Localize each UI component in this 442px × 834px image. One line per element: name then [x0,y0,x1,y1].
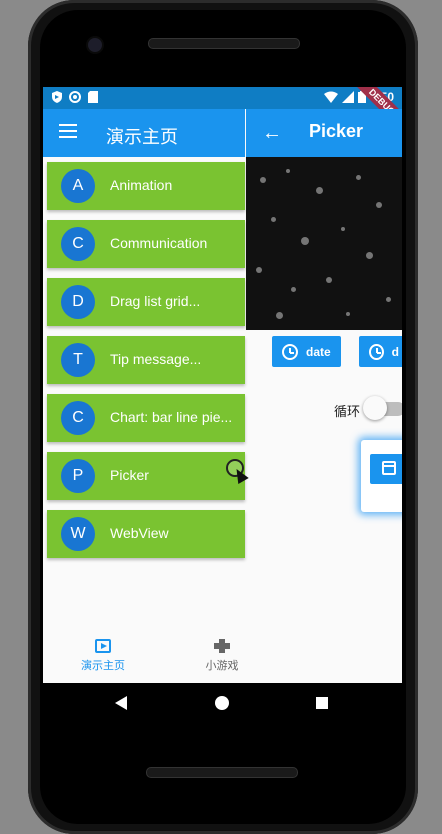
loop-switch-thumb[interactable] [363,396,387,420]
tab-home-label: 演示主页 [81,659,125,672]
calendar-card [361,440,402,512]
date-picker-button[interactable]: date [272,336,341,367]
shield-icon [52,91,62,103]
date-button-label: date [306,344,331,359]
tab-games-label: 小游戏 [205,659,239,672]
system-navigation-bar [43,683,402,725]
back-arrow-icon[interactable]: ← [262,123,282,143]
list-item-tip-message[interactable]: T Tip message... [47,336,245,384]
circle-icon [69,91,81,103]
system-home-icon[interactable] [215,696,229,710]
list-item-chart[interactable]: C Chart: bar line pie... [47,394,245,442]
date-button-label-2: d [391,344,399,359]
avatar: C [61,227,95,261]
app-screen: 9:50 DEBUG 演示主页 ← Picker A Animation C C… [43,87,402,683]
avatar: W [61,517,95,551]
menu-icon[interactable] [59,124,77,138]
calendar-icon [382,461,396,475]
picker-title: Picker [309,121,364,141]
list-item-label: Communication [110,235,208,251]
home-app-bar: 演示主页 [43,109,245,157]
system-back-icon[interactable] [115,696,127,710]
list-item-label: Tip message... [110,351,202,367]
avatar: D [61,285,95,319]
list-item-animation[interactable]: A Animation [47,162,245,210]
status-bar: 9:50 DEBUG [43,87,402,136]
status-icons-left [51,91,99,103]
tab-home[interactable]: 演示主页 [48,639,158,673]
list-item-label: Picker [110,467,149,483]
list-item-picker[interactable]: P Picker [47,452,245,500]
avatar: A [61,169,95,203]
front-camera [88,38,102,52]
list-item-drag-list[interactable]: D Drag list grid... [47,278,245,326]
list-item-webview[interactable]: W WebView [47,510,245,558]
clock-icon [282,343,298,360]
avatar: P [61,459,95,493]
signal-icon [341,91,354,103]
play-icon [95,639,111,653]
date-picker-button-2[interactable]: d [359,336,402,367]
avatar: C [61,401,95,435]
gamepad-icon [214,639,230,653]
list-item-label: WebView [110,525,169,541]
top-speaker [148,38,300,49]
rain-drops-image [246,157,402,330]
home-title: 演示主页 [106,127,178,148]
avatar: T [61,343,95,377]
tab-games[interactable]: 小游戏 [167,639,277,673]
bottom-navigation: 演示主页 小游戏 [43,627,402,683]
list-item-communication[interactable]: C Communication [47,220,245,268]
system-recents-icon[interactable] [316,697,328,709]
clock-icon [369,343,384,360]
list-item-label: Animation [110,177,173,193]
picker-app-bar: ← Picker [246,109,402,157]
loop-label: 循环 [334,405,361,420]
sd-card-icon [88,91,98,103]
calendar-button[interactable] [370,454,402,484]
demo-list: A Animation C Communication D Drag list … [47,162,245,568]
list-item-label: Chart: bar line pie... [110,409,233,425]
bottom-speaker [146,767,298,778]
wifi-icon [323,91,338,103]
list-item-label: Drag list grid... [110,293,201,309]
